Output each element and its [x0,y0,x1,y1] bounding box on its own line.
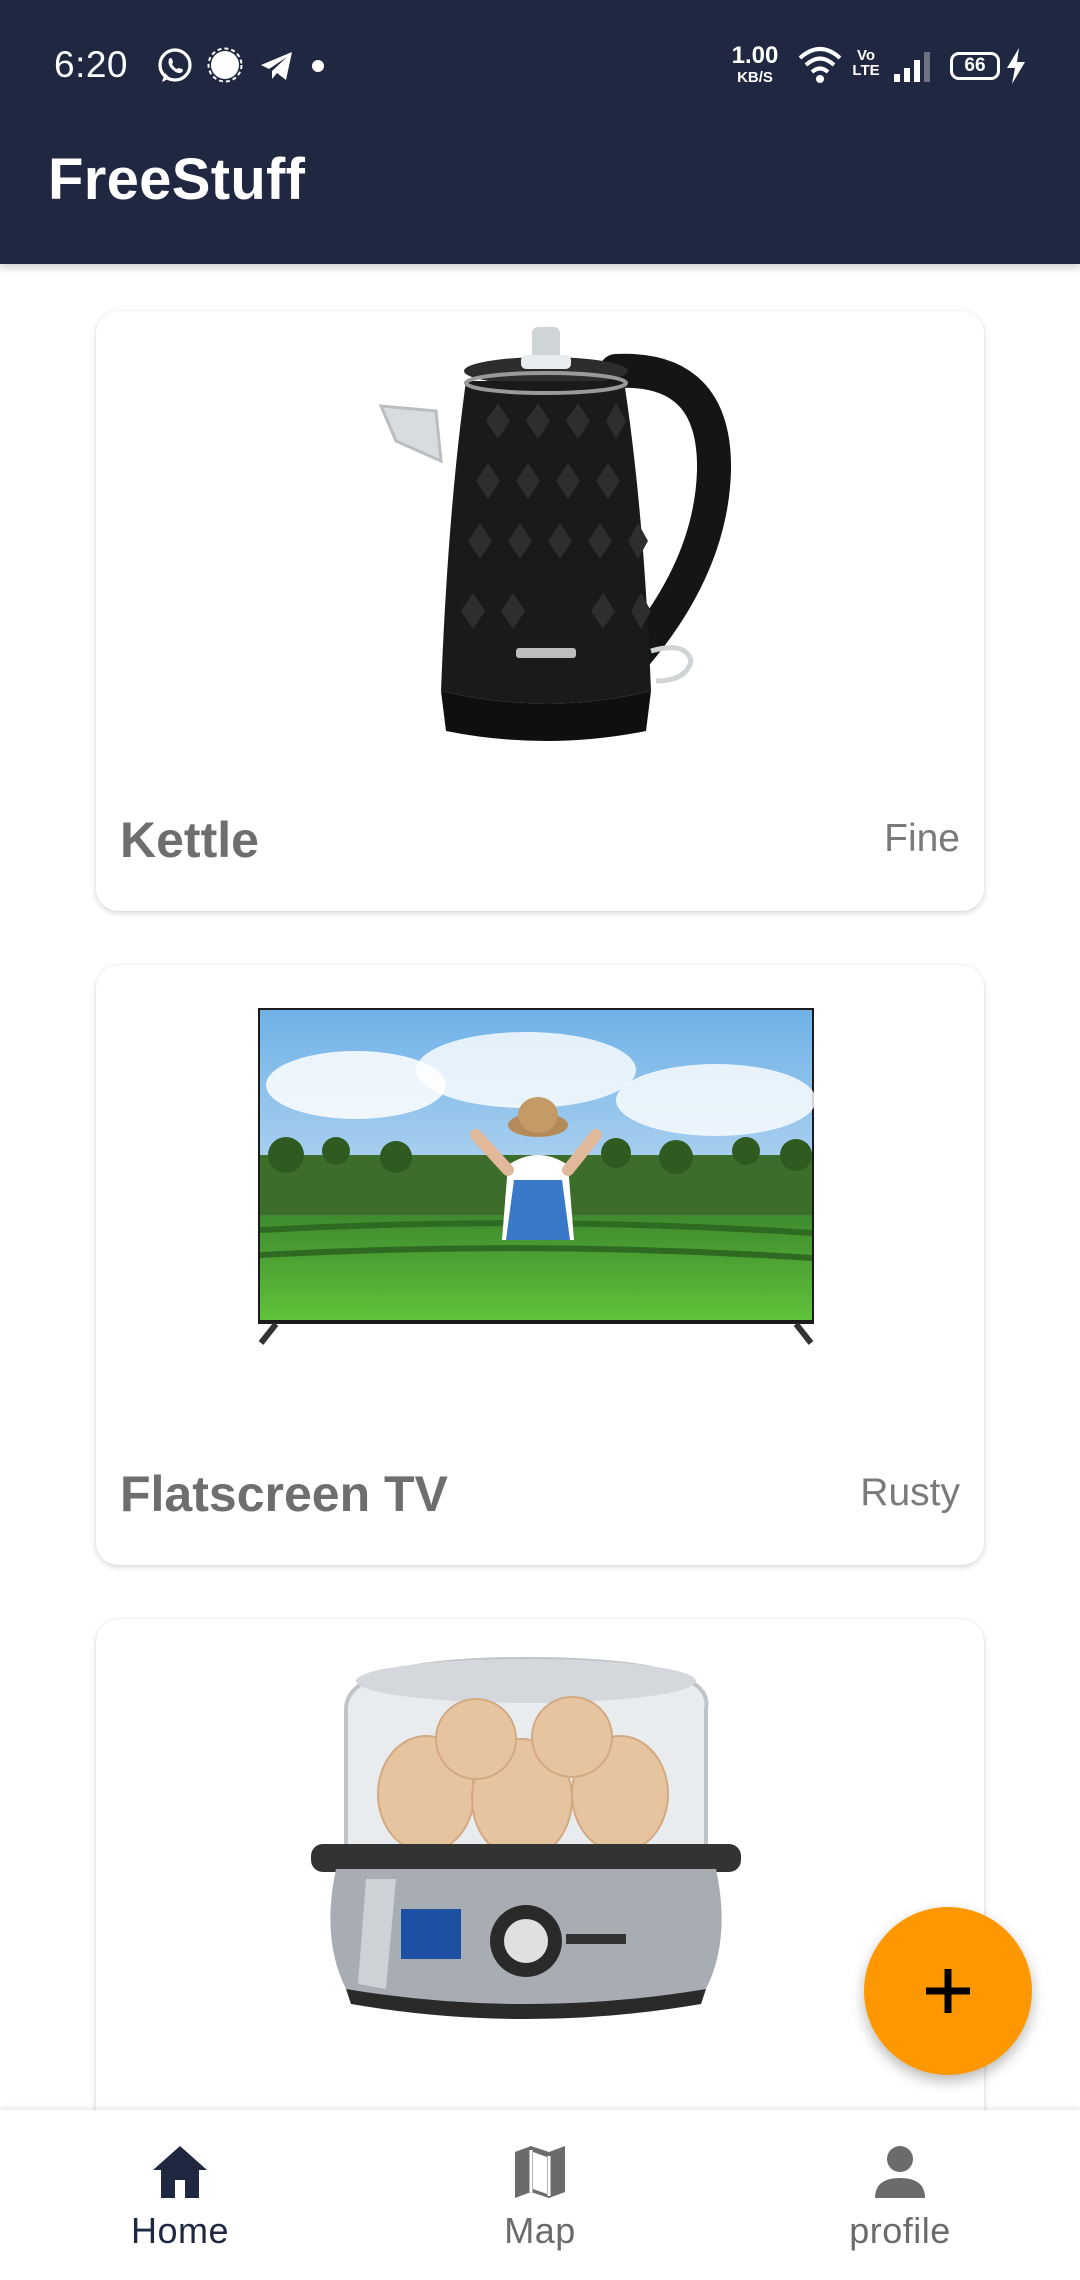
signal-messenger-icon [207,47,243,83]
app-title: FreeStuff [48,147,306,212]
item-title: Kettle [120,812,259,868]
net-speed: 1.00 KB/S [731,42,779,86]
charging-bolt-icon [1007,48,1025,84]
nav-home[interactable]: Home [0,2110,360,2280]
add-item-button[interactable] [864,1907,1032,2075]
item-feed[interactable]: Kettle Fine Flatscreen TV Rusty [0,264,1080,2110]
person-icon [875,2146,925,2198]
item-card[interactable] [96,1619,984,2110]
status-time: 6:20 [54,44,129,85]
battery-icon: 66 [950,52,1000,80]
item-card[interactable]: Kettle Fine [96,311,984,911]
home-icon [153,2146,207,2198]
nav-label: Home [130,2210,230,2251]
whatsapp-icon [158,48,192,82]
top-bar: 6:20 1.00 KB/S Vo LTE 66 FreeStuff [0,0,1080,264]
cell-signal-icon [894,52,930,82]
telegram-icon [261,52,292,80]
wifi-icon [798,47,842,83]
dot-icon [312,60,324,72]
bottom-navigation: Home Map profile [0,2110,1080,2280]
plus-icon [926,1969,970,2013]
status-bar: 6:20 1.00 KB/S Vo LTE 66 [0,0,1080,130]
item-image-egg-boiler [311,1656,741,2019]
map-icon [515,2146,565,2198]
item-condition: Fine [884,817,960,860]
item-card[interactable]: Flatscreen TV Rusty [96,965,984,1565]
nav-label: Map [504,2210,576,2251]
item-condition: Rusty [860,1471,960,1514]
item-image-kettle [366,321,732,751]
item-title: Flatscreen TV [120,1466,448,1522]
item-image-flatscreen-tv [258,1008,816,1345]
nav-map[interactable]: Map [360,2110,720,2280]
nav-profile[interactable]: profile [720,2110,1080,2280]
volte-icon: Vo LTE [852,47,880,79]
nav-label: profile [849,2210,951,2251]
